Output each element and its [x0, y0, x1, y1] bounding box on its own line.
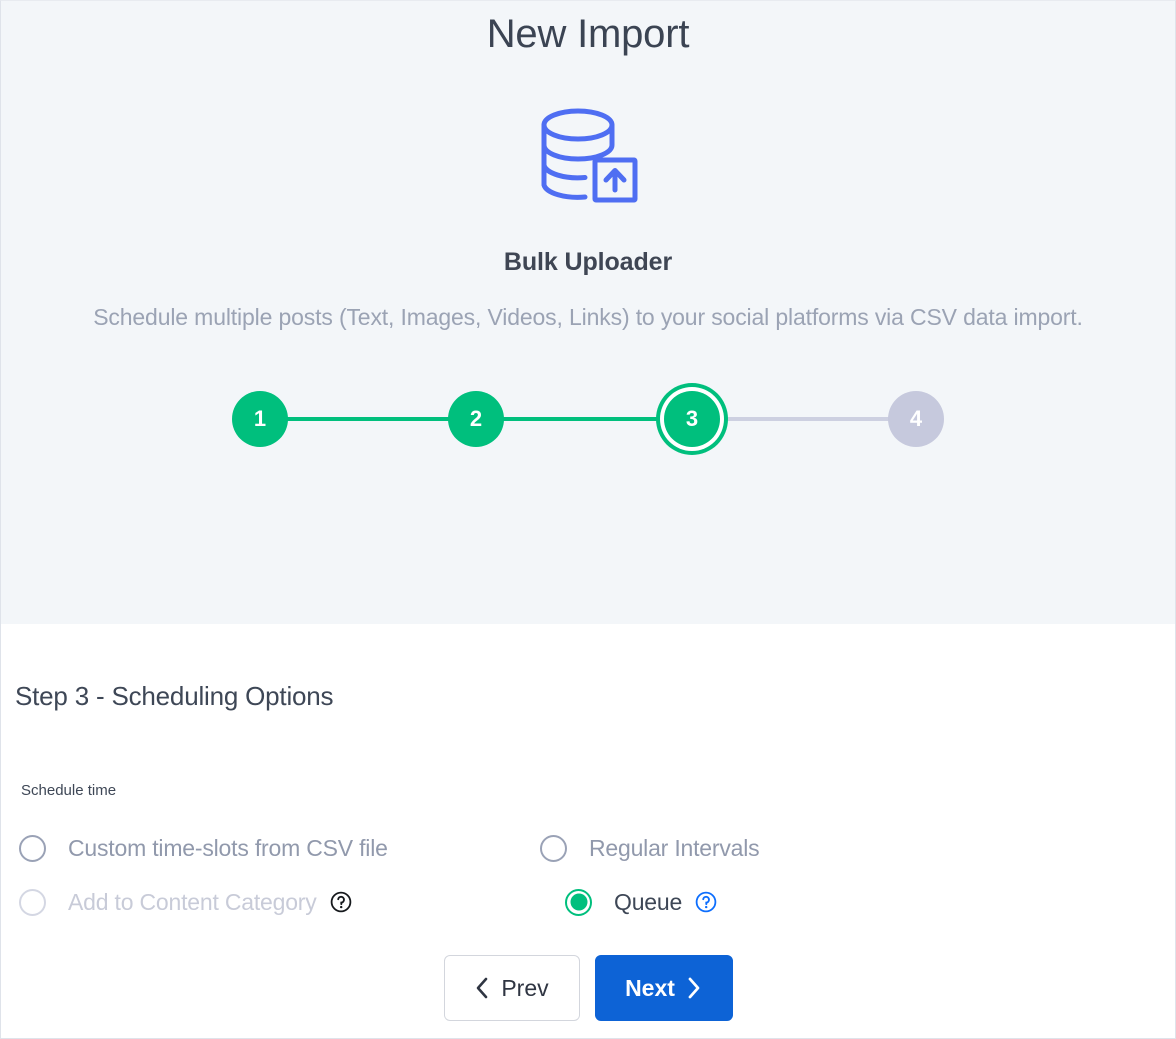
- step-indicator-3[interactable]: 3: [664, 391, 720, 447]
- step-label-1: 1: [253, 406, 267, 431]
- radio-label-regular-intervals: Regular Intervals: [589, 834, 760, 861]
- prev-button-label: Prev: [501, 974, 549, 1001]
- step-indicator-4[interactable]: 4: [888, 391, 944, 447]
- modal-hero: New Import Bulk Uploader Schedule multip…: [1, 1, 1175, 624]
- prev-button[interactable]: Prev: [443, 955, 580, 1021]
- modal-body: Step 3 - Scheduling Options Schedule tim…: [1, 624, 1175, 1021]
- step-label-4: 4: [909, 406, 923, 431]
- help-circle-icon-queue[interactable]: [695, 891, 717, 913]
- radio-label-custom-time-slots: Custom time-slots from CSV file: [68, 834, 388, 861]
- chevron-left-icon: [477, 977, 488, 999]
- next-button[interactable]: Next: [594, 955, 733, 1021]
- step-label-3: 3: [685, 406, 699, 431]
- radio-button-add-to-content-category: [19, 888, 46, 916]
- step-progress-indicator: 1 2 3 4: [1, 391, 1175, 447]
- step-connector-1-2: [286, 417, 450, 421]
- chevron-right-icon: [688, 977, 700, 999]
- radio-row: Custom time-slots from CSV file Regular …: [15, 821, 1161, 875]
- wizard-navigation: Prev Next: [15, 929, 1161, 1021]
- next-button-label: Next: [625, 974, 675, 1001]
- help-circle-icon-content-category[interactable]: [330, 891, 352, 913]
- step-label-2: 2: [469, 406, 483, 431]
- step-connector-2-3: [502, 417, 666, 421]
- schedule-time-label: Schedule time: [21, 782, 117, 799]
- step-indicator-2[interactable]: 2: [448, 391, 504, 447]
- radio-label-add-to-content-category: Add to Content Category: [68, 888, 317, 915]
- schedule-time-radio-group: Custom time-slots from CSV file Regular …: [15, 799, 1161, 929]
- hero-icon-container: [1, 100, 1175, 210]
- new-import-modal: New Import Bulk Uploader Schedule multip…: [0, 0, 1176, 1039]
- step-indicator-1[interactable]: 1: [232, 391, 288, 447]
- radio-button-queue[interactable]: [565, 888, 592, 916]
- modal-title: New Import: [486, 12, 690, 56]
- radio-row: Add to Content Category Queue: [15, 875, 1161, 929]
- hero-heading: Bulk Uploader: [503, 248, 673, 276]
- radio-option-add-to-content-category[interactable]: Add to Content Category: [15, 888, 540, 916]
- radio-button-custom-time-slots[interactable]: [19, 834, 46, 862]
- database-upload-icon: [541, 108, 638, 203]
- radio-option-regular-intervals[interactable]: Regular Intervals: [540, 834, 760, 862]
- radio-button-regular-intervals[interactable]: [540, 834, 567, 862]
- radio-option-custom-time-slots[interactable]: Custom time-slots from CSV file: [15, 834, 540, 862]
- radio-label-queue: Queue: [614, 888, 683, 915]
- step-title: Step 3 - Scheduling Options: [15, 681, 334, 711]
- radio-option-queue[interactable]: Queue: [540, 888, 717, 916]
- hero-subtitle: Schedule multiple posts (Text, Images, V…: [93, 304, 1083, 330]
- step-connector-3-4: [726, 417, 890, 421]
